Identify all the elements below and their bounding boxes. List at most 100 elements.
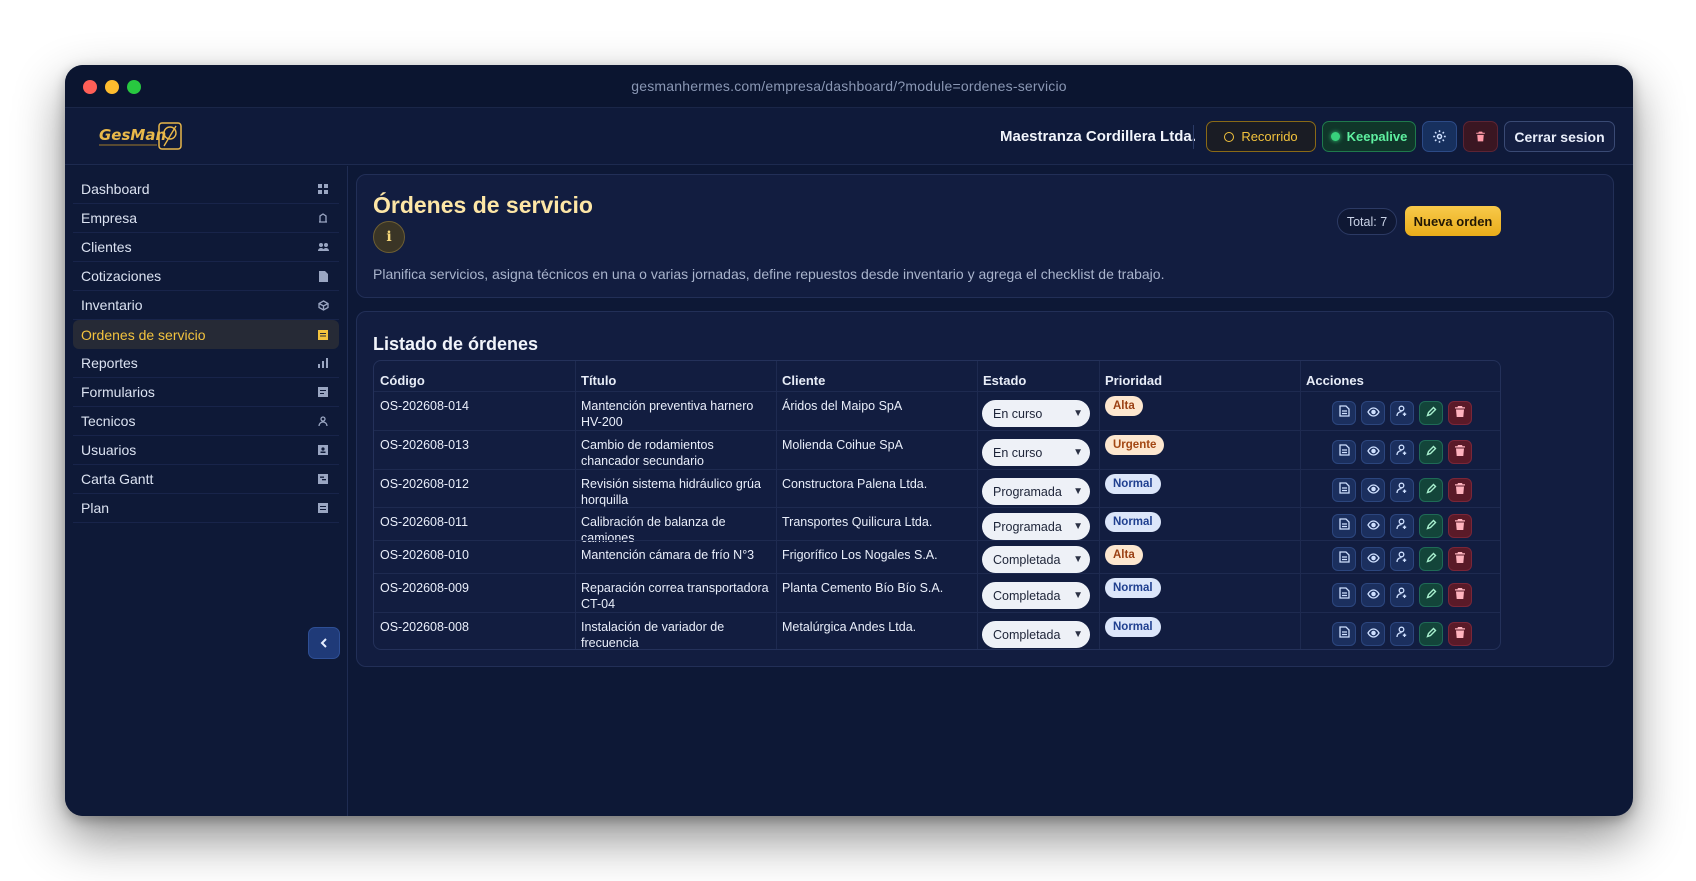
- chevron-down-icon: ▼: [1073, 629, 1083, 640]
- keepalive-label: Keepalive: [1346, 129, 1408, 144]
- status-select[interactable]: Programada ▼: [982, 513, 1090, 540]
- view-document-button[interactable]: [1332, 478, 1356, 502]
- logout-button[interactable]: Cerrar sesion: [1504, 121, 1615, 152]
- column-header-prioridad: Prioridad: [1105, 373, 1163, 388]
- status-select[interactable]: En curso ▼: [982, 439, 1090, 466]
- preview-button[interactable]: [1361, 478, 1385, 502]
- eye-icon: [1366, 625, 1380, 643]
- preview-button[interactable]: [1361, 547, 1385, 571]
- keepalive-button[interactable]: Keepalive: [1322, 121, 1416, 152]
- circle-icon: [1224, 131, 1235, 142]
- order-title: Reparación correa transportadora CT-04: [581, 581, 769, 611]
- view-document-button[interactable]: [1332, 514, 1356, 538]
- new-order-button[interactable]: Nueva orden: [1405, 206, 1501, 236]
- trash-button[interactable]: [1463, 121, 1498, 152]
- users-icon: [316, 240, 330, 254]
- delete-button[interactable]: [1448, 401, 1472, 425]
- status-select[interactable]: Completada ▼: [982, 582, 1090, 609]
- delete-button[interactable]: [1448, 622, 1472, 646]
- plan-icon: [316, 501, 330, 515]
- building-icon: [316, 211, 330, 225]
- status-select[interactable]: Completada ▼: [982, 546, 1090, 573]
- row-actions: [1332, 440, 1472, 464]
- chevron-down-icon: ▼: [1073, 521, 1083, 532]
- column-header-acciones: Acciones: [1306, 373, 1364, 388]
- list-title: Listado de órdenes: [373, 334, 539, 354]
- priority-badge: Alta: [1105, 396, 1143, 416]
- table-row: OS-202608-012 Revisión sistema hidráulic…: [374, 469, 1500, 507]
- order-client: Constructora Palena Ltda.: [782, 477, 928, 491]
- sidebar-item-cotizaciones[interactable]: Cotizaciones: [73, 262, 339, 291]
- order-code: OS-202608-010: [380, 548, 469, 562]
- status-value: Completada: [993, 627, 1061, 642]
- collapse-sidebar-button[interactable]: [308, 627, 340, 659]
- gantt-icon: [316, 472, 330, 486]
- user-plus-icon: [1396, 404, 1408, 422]
- status-select[interactable]: Programada ▼: [982, 478, 1090, 505]
- status-select[interactable]: En curso ▼: [982, 400, 1090, 427]
- sidebar-item-ordenes-de-servicio[interactable]: Ordenes de servicio: [73, 320, 339, 349]
- edit-button[interactable]: [1419, 547, 1443, 571]
- edit-button[interactable]: [1419, 401, 1443, 425]
- address-bar[interactable]: gesmanhermes.com/empresa/dashboard/?modu…: [65, 78, 1633, 94]
- sidebar-item-plan[interactable]: Plan: [73, 494, 339, 523]
- sidebar-item-clientes[interactable]: Clientes: [73, 233, 339, 262]
- sidebar-item-inventario[interactable]: Inventario: [73, 291, 339, 320]
- sidebar-item-carta-gantt[interactable]: Carta Gantt: [73, 465, 339, 494]
- info-button[interactable]: i: [373, 221, 405, 253]
- delete-button[interactable]: [1448, 514, 1472, 538]
- sidebar-item-dashboard[interactable]: Dashboard: [73, 175, 339, 204]
- chevron-down-icon: ▼: [1073, 447, 1083, 458]
- order-title: Instalación de variador de frecuencia: [581, 620, 725, 650]
- preview-button[interactable]: [1361, 401, 1385, 425]
- box-icon: [316, 298, 330, 312]
- header-divider: [1193, 125, 1194, 149]
- orders-table: Código Título Cliente Estado Prioridad A…: [373, 360, 1501, 650]
- edit-button[interactable]: [1419, 440, 1443, 464]
- view-document-button[interactable]: [1332, 583, 1356, 607]
- preview-button[interactable]: [1361, 440, 1385, 464]
- settings-button[interactable]: [1422, 121, 1457, 152]
- view-document-button[interactable]: [1332, 440, 1356, 464]
- delete-button[interactable]: [1448, 440, 1472, 464]
- order-client: Molienda Coihue SpA: [782, 438, 903, 452]
- view-document-button[interactable]: [1332, 547, 1356, 571]
- trash-icon: [1455, 481, 1465, 499]
- view-document-button[interactable]: [1332, 622, 1356, 646]
- delete-button[interactable]: [1448, 547, 1472, 571]
- assign-technician-button[interactable]: [1390, 514, 1414, 538]
- table-row: OS-202608-011 Calibración de balanza de …: [374, 507, 1500, 545]
- edit-button[interactable]: [1419, 478, 1443, 502]
- assign-technician-button[interactable]: [1390, 440, 1414, 464]
- assign-technician-button[interactable]: [1390, 478, 1414, 502]
- preview-button[interactable]: [1361, 583, 1385, 607]
- recorrido-button[interactable]: Recorrido: [1206, 121, 1316, 152]
- preview-button[interactable]: [1361, 514, 1385, 538]
- assign-technician-button[interactable]: [1390, 583, 1414, 607]
- edit-button[interactable]: [1419, 514, 1443, 538]
- order-code: OS-202608-008: [380, 620, 469, 634]
- status-value: Programada: [993, 519, 1062, 534]
- assign-technician-button[interactable]: [1390, 622, 1414, 646]
- status-select[interactable]: Completada ▼: [982, 621, 1090, 648]
- user-plus-icon: [1396, 481, 1408, 499]
- sidebar-item-reportes[interactable]: Reportes: [73, 349, 339, 378]
- sidebar-item-usuarios[interactable]: Usuarios: [73, 436, 339, 465]
- assign-technician-button[interactable]: [1390, 547, 1414, 571]
- status-value: Completada: [993, 588, 1061, 603]
- edit-button[interactable]: [1419, 622, 1443, 646]
- preview-button[interactable]: [1361, 622, 1385, 646]
- delete-button[interactable]: [1448, 478, 1472, 502]
- delete-button[interactable]: [1448, 583, 1472, 607]
- order-client: Planta Cemento Bío Bío S.A.: [782, 581, 944, 595]
- sidebar-item-formularios[interactable]: Formularios: [73, 378, 339, 407]
- title-bar: gesmanhermes.com/empresa/dashboard/?modu…: [65, 65, 1633, 108]
- view-document-button[interactable]: [1332, 401, 1356, 425]
- assign-technician-button[interactable]: [1390, 401, 1414, 425]
- eye-icon: [1366, 443, 1380, 461]
- sidebar-item-tecnicos[interactable]: Tecnicos: [73, 407, 339, 436]
- edit-button[interactable]: [1419, 583, 1443, 607]
- gesman-logo[interactable]: GesMan: [97, 120, 183, 152]
- pencil-icon: [1425, 481, 1437, 499]
- sidebar-item-empresa[interactable]: Empresa: [73, 204, 339, 233]
